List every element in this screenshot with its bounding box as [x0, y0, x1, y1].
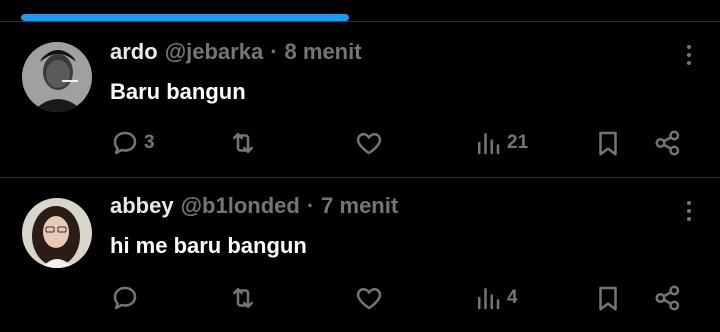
views-button[interactable]: 4	[473, 282, 518, 314]
tweet-header: abbey @b1londed · 7 menit	[110, 193, 398, 219]
bookmark-icon	[599, 131, 617, 156]
author-handle[interactable]: @b1londed	[181, 193, 300, 219]
share-button[interactable]	[653, 127, 683, 159]
views-icon	[478, 133, 500, 155]
author-name[interactable]: ardo	[110, 39, 158, 65]
views-count: 21	[507, 132, 529, 153]
share-icon	[655, 130, 680, 156]
separator-dot: ·	[270, 39, 278, 64]
top-bar	[0, 0, 720, 22]
retweet-icon	[233, 133, 253, 153]
separator-dot: ·	[306, 193, 315, 218]
more-icon[interactable]	[686, 45, 692, 71]
reply-button[interactable]: 3	[110, 127, 155, 159]
loading-progress-bar	[21, 14, 349, 21]
share-button[interactable]	[653, 282, 683, 314]
views-count: 4	[507, 287, 518, 308]
retweet-button[interactable]	[228, 282, 262, 314]
tweet-text: Baru bangun	[110, 79, 246, 104]
bookmark-button[interactable]	[593, 127, 623, 159]
avatar[interactable]	[22, 198, 92, 268]
reply-count: 3	[144, 132, 155, 153]
timestamp[interactable]: 7 menit	[321, 193, 398, 219]
bookmark-button[interactable]	[593, 282, 623, 314]
views-button[interactable]: 21	[473, 127, 528, 159]
tweet-actions: 4	[110, 278, 690, 318]
retweet-icon	[233, 288, 253, 308]
tweet-actions: 3 21	[110, 123, 690, 163]
views-icon	[478, 288, 500, 310]
author-handle[interactable]: @jebarka	[165, 39, 264, 65]
avatar-image	[22, 198, 92, 268]
reply-icon	[113, 286, 137, 310]
tweet-text: hi me baru bangun	[110, 233, 307, 258]
share-icon	[655, 285, 680, 311]
bookmark-icon	[599, 286, 617, 311]
heart-icon	[356, 288, 382, 310]
more-icon[interactable]	[686, 201, 692, 227]
retweet-button[interactable]	[228, 127, 262, 159]
like-button[interactable]	[354, 282, 388, 314]
like-button[interactable]	[354, 127, 388, 159]
reply-button[interactable]	[110, 282, 144, 314]
avatar[interactable]	[22, 42, 92, 112]
tweet-header: ardo @jebarka · 8 menit	[110, 39, 362, 65]
timestamp[interactable]: 8 menit	[285, 39, 362, 65]
tweet[interactable]: ardo @jebarka · 8 menit Baru bangun 3 21	[0, 23, 720, 178]
author-name[interactable]: abbey	[110, 193, 174, 219]
heart-icon	[356, 133, 382, 155]
avatar-image	[22, 42, 92, 112]
tweet[interactable]: abbey @b1londed · 7 menit hi me baru ban…	[0, 179, 720, 332]
reply-icon	[113, 131, 137, 155]
